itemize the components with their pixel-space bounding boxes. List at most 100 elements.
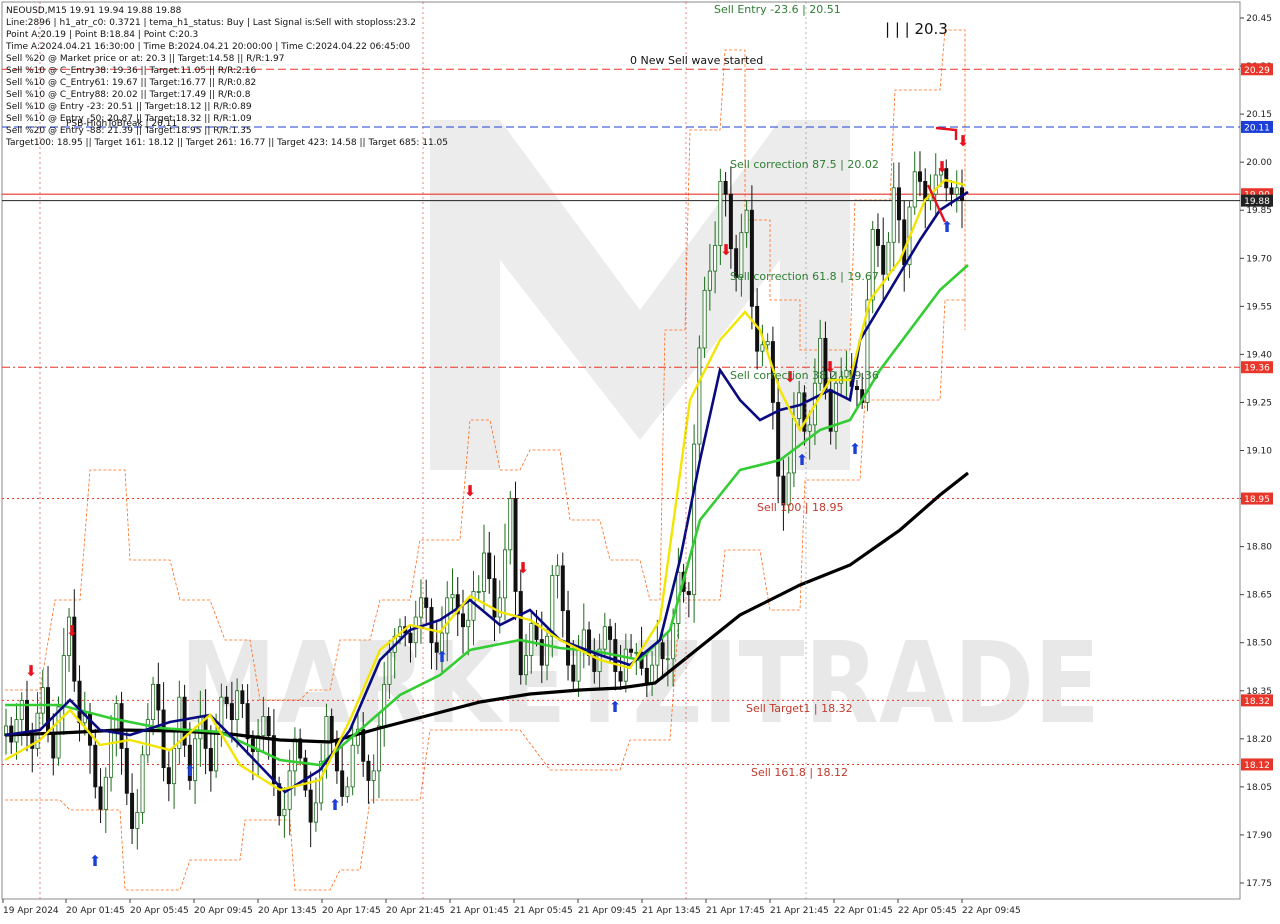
- candle-body: [602, 626, 607, 650]
- candle-body: [503, 549, 508, 599]
- info-line: NEOUSD,M15 19.91 19.94 19.88 19.88: [6, 6, 182, 16]
- candle-body: [949, 187, 954, 195]
- candle-body: [650, 664, 655, 685]
- candle-body: [629, 648, 634, 653]
- candle-body: [660, 642, 665, 660]
- candle-body: [266, 715, 271, 737]
- candle-body: [576, 648, 581, 682]
- candle-body: [282, 808, 287, 817]
- x-tick-label: 20 Apr 17:45: [322, 906, 381, 916]
- candle-body: [723, 180, 728, 195]
- sell-entry-label: Sell Entry -23.6 | 20.51: [714, 3, 841, 16]
- candle-body: [156, 683, 161, 711]
- candle-body: [518, 591, 523, 676]
- candle-body: [345, 786, 350, 797]
- candle-body: [324, 715, 329, 762]
- price-tag-label: 19.36: [1244, 364, 1270, 374]
- buy-arrow-icon: ⬆: [184, 762, 197, 780]
- x-tick-label: 21 Apr 13:45: [642, 906, 701, 916]
- candle-body: [235, 690, 240, 721]
- candle-body: [550, 575, 555, 637]
- candle-body: [30, 735, 35, 749]
- candle-body: [707, 270, 712, 291]
- x-tick-label: 20 Apr 09:45: [194, 906, 253, 916]
- candle-body: [776, 402, 781, 477]
- candle-body: [329, 715, 334, 743]
- candle-body: [114, 703, 119, 730]
- x-tick-label: 21 Apr 09:45: [578, 906, 637, 916]
- candle-body: [61, 655, 66, 708]
- candle-body: [77, 680, 82, 724]
- price-chart[interactable]: MARKETZITRADE ⬇ ⬇ ⬇ ⬇ ⬇ ⬇ ⬇ ⬇ ⬇ ⬆ ⬆ ⬆ ⬆ …: [0, 0, 1280, 920]
- y-tick-label: 17.75: [1246, 879, 1272, 889]
- candle-body: [545, 635, 550, 666]
- candle-body: [608, 626, 613, 640]
- y-tick-label: 18.20: [1246, 735, 1272, 745]
- candle-body: [487, 552, 492, 580]
- candle-body: [702, 289, 707, 349]
- y-tick-label: 19.55: [1246, 302, 1272, 312]
- candle-body: [51, 732, 56, 759]
- candle-body: [371, 770, 376, 781]
- price-tag-label: 20.11: [1244, 123, 1270, 133]
- price-tag-label: 18.95: [1244, 495, 1270, 505]
- candle-body: [408, 632, 413, 644]
- info-line: Sell %20 @ Market price or at: 20.3 || T…: [6, 54, 285, 64]
- candle-body: [744, 209, 749, 234]
- price-tags: 20.2920.1119.9019.8819.3618.9518.3218.12: [1241, 63, 1273, 771]
- candle-body: [618, 671, 623, 682]
- candle-body: [350, 744, 355, 788]
- candle-body: [292, 738, 297, 772]
- y-tick-label: 19.70: [1246, 254, 1272, 264]
- buy-arrow-icon: ⬆: [436, 648, 449, 666]
- candle-body: [151, 683, 156, 721]
- candle-body: [875, 229, 880, 246]
- x-tick-label: 22 Apr 09:45: [962, 906, 1021, 916]
- candle-body: [917, 171, 922, 182]
- candle-body: [450, 594, 455, 599]
- sell-1618-label: Sell 161.8 | 18.12: [751, 766, 848, 779]
- y-tick-label: 18.80: [1246, 543, 1272, 553]
- candle-body: [891, 187, 896, 243]
- sell-arrow-icon: ⬇: [25, 662, 38, 680]
- price-tag-label: 18.32: [1244, 697, 1270, 707]
- buy-arrow-icon: ⬆: [849, 440, 862, 458]
- correction-875-label: Sell correction 87.5 | 20.02: [730, 158, 879, 171]
- chart-window[interactable]: MARKETZITRADE ⬇ ⬇ ⬇ ⬇ ⬇ ⬇ ⬇ ⬇ ⬇ ⬆ ⬆ ⬆ ⬆ …: [0, 0, 1280, 920]
- x-tick-label: 20 Apr 13:45: [258, 906, 317, 916]
- candle-body: [214, 732, 219, 772]
- candle-body: [313, 802, 318, 823]
- candle-body: [135, 812, 140, 829]
- info-line: Sell %10 @ C_Entry38: 19.36 || Target:11…: [6, 66, 256, 76]
- x-tick-label: 21 Apr 01:45: [450, 906, 509, 916]
- candle-body: [40, 687, 45, 714]
- buy-arrow-icon: ⬆: [941, 218, 954, 236]
- y-tick-label: 18.05: [1246, 783, 1272, 793]
- y-tick-label: 17.90: [1246, 831, 1272, 841]
- buy-arrow-icon: ⬆: [609, 698, 622, 716]
- candle-body: [644, 667, 649, 685]
- sell-target1-label: Sell Target1 | 18.32: [746, 702, 853, 715]
- candle-body: [376, 725, 381, 772]
- y-tick-label: 20.00: [1246, 158, 1272, 168]
- info-line: Sell %10 @ Entry -23: 20.51 || Target:18…: [6, 102, 252, 112]
- candle-body: [954, 187, 959, 195]
- candle-body: [713, 245, 718, 272]
- candle-body: [250, 738, 255, 753]
- buy-arrow-icon: ⬆: [329, 796, 342, 814]
- candle-body: [566, 610, 571, 666]
- candle-body: [161, 709, 166, 769]
- candle-body: [760, 344, 765, 352]
- x-tick-label: 19 Apr 2024: [3, 906, 59, 916]
- candle-body: [671, 623, 676, 660]
- candle-body: [896, 187, 901, 221]
- candle-body: [224, 696, 229, 704]
- candle-body: [481, 552, 486, 592]
- candle-body: [387, 651, 392, 685]
- candle-body: [508, 498, 513, 551]
- info-line: Time A:2024.04.21 16:30:00 | Time B:2024…: [5, 42, 410, 52]
- y-tick-label: 18.50: [1246, 639, 1272, 649]
- x-tick-label: 22 Apr 05:45: [898, 906, 957, 916]
- info-line: Point A:20.19 | Point B:18.84 | Point C:…: [6, 30, 198, 40]
- candle-body: [308, 789, 313, 823]
